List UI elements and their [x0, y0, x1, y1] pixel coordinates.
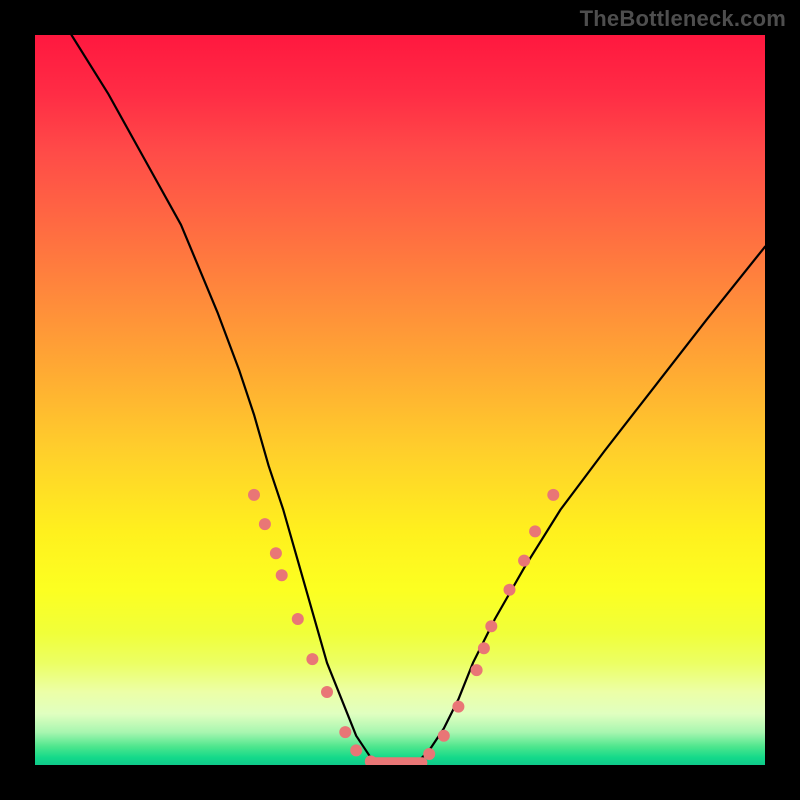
- scatter-point: [485, 620, 497, 632]
- attribution-label: TheBottleneck.com: [580, 6, 786, 32]
- scatter-point: [350, 744, 362, 756]
- scatter-point: [471, 664, 483, 676]
- scatter-point: [478, 642, 490, 654]
- scatter-point: [306, 653, 318, 665]
- bottleneck-curve: [72, 35, 766, 765]
- scatter-point: [259, 518, 271, 530]
- scatter-point: [248, 489, 260, 501]
- scatter-points: [248, 489, 559, 765]
- scatter-point: [438, 730, 450, 742]
- scatter-point: [292, 613, 304, 625]
- scatter-point: [321, 686, 333, 698]
- scatter-point: [529, 525, 541, 537]
- scatter-point: [365, 755, 377, 765]
- scatter-point: [339, 726, 351, 738]
- scatter-point: [270, 547, 282, 559]
- chart-frame: TheBottleneck.com: [0, 0, 800, 800]
- scatter-point: [276, 569, 288, 581]
- plot-area: [35, 35, 765, 765]
- scatter-point: [547, 489, 559, 501]
- curve-layer: [35, 35, 765, 765]
- scatter-point: [518, 555, 530, 567]
- scatter-point: [423, 748, 435, 760]
- scatter-point: [504, 584, 516, 596]
- scatter-point: [452, 701, 464, 713]
